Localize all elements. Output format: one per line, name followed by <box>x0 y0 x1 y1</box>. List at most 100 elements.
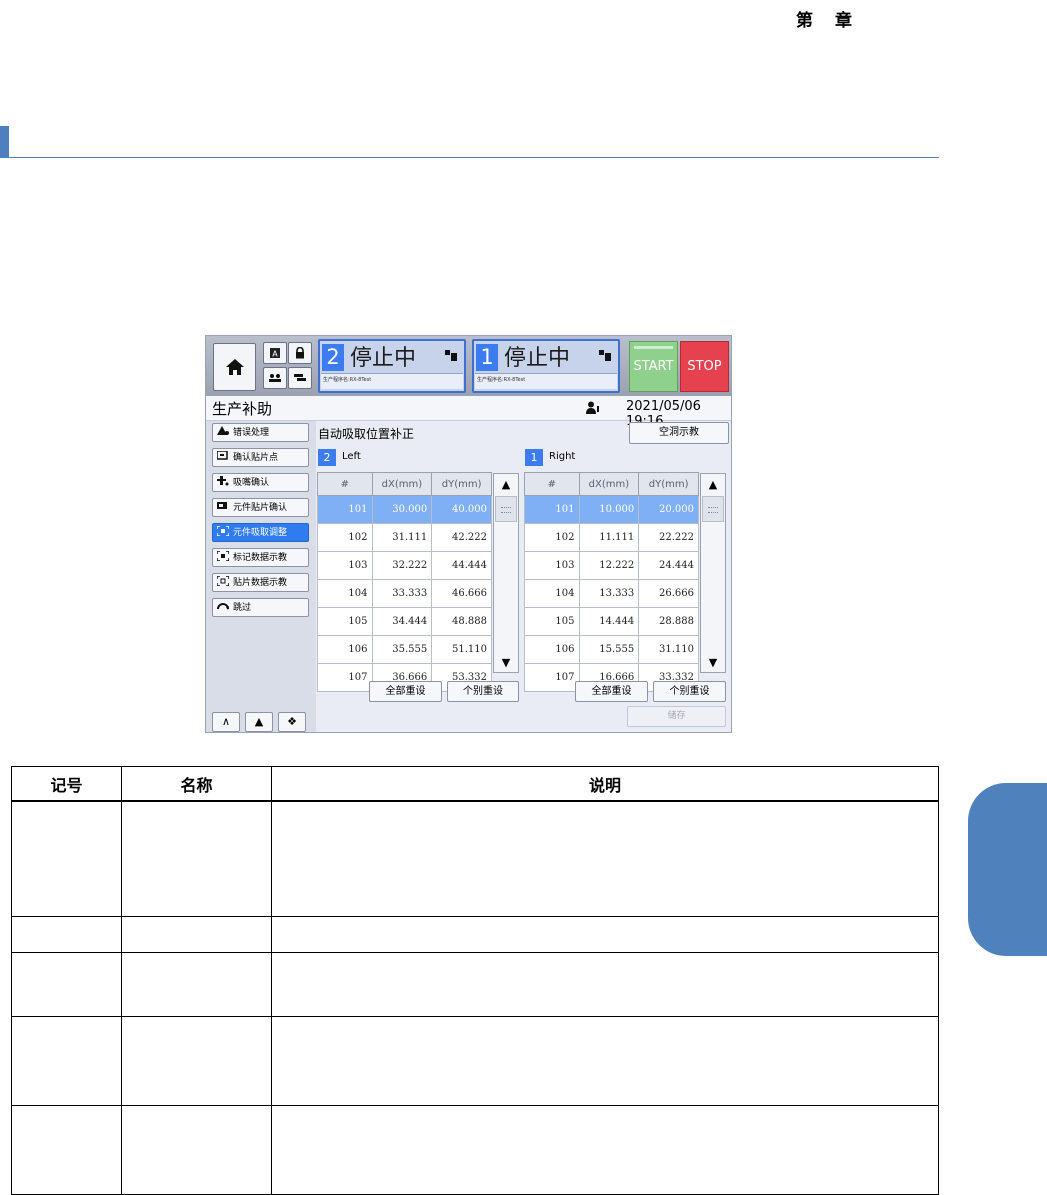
table-row[interactable]: 102 11.111 22.222 <box>524 523 699 552</box>
sidebar: 错误处理 确认贴片点 吸嘴确认 元件贴片确认 元件吸取调整 标记数据示教 贴片数… <box>206 421 316 732</box>
cell: 31.110 <box>638 635 699 664</box>
scroll-up-button[interactable]: ▲ <box>701 474 725 494</box>
right-scrollbar[interactable]: ▲ ▼ <box>700 473 726 673</box>
section-rule <box>9 157 939 158</box>
sidebar-item-pickup-adjust[interactable]: 元件吸取调整 <box>212 523 309 542</box>
cell: 26.666 <box>638 579 699 608</box>
cell: 106 <box>317 635 373 664</box>
table-row[interactable]: 105 14.444 28.888 <box>524 607 699 636</box>
scroll-thumb[interactable] <box>495 496 517 522</box>
teach-button[interactable]: 空洞示教 <box>629 422 729 444</box>
confirm-point-icon <box>217 451 228 460</box>
cell: 103 <box>524 551 580 580</box>
table-row[interactable]: 106 15.555 31.110 <box>524 635 699 664</box>
lock-button[interactable] <box>288 342 312 364</box>
sidebar-item-mark-teach[interactable]: 标记数据示教 <box>212 548 309 567</box>
warning-icon: ▲ <box>254 715 264 728</box>
cell: 22.222 <box>638 523 699 552</box>
table-row[interactable]: 101 10.000 20.000 <box>524 495 699 524</box>
warning-button[interactable]: ▲ <box>245 712 273 732</box>
cell <box>271 951 939 1017</box>
sidebar-item-mount-teach[interactable]: 贴片数据示教 <box>212 573 309 592</box>
cell: 40.000 <box>431 495 492 524</box>
cell <box>271 915 939 953</box>
start-button[interactable]: START <box>629 341 678 392</box>
program-name: 生产程序名:RX-8Test <box>321 373 463 389</box>
cell <box>271 800 939 917</box>
table-row[interactable]: 103 32.222 44.444 <box>317 551 492 580</box>
left-offset-table: # dX(mm) dY(mm) 101 30.000 40.000 102 31.11… <box>317 472 492 692</box>
cell <box>11 1104 122 1195</box>
cell: 14.444 <box>578 607 640 636</box>
conveyor-button[interactable] <box>288 367 312 389</box>
nozzle-icon <box>217 476 229 486</box>
head-number: 1 <box>476 344 498 371</box>
column-header: dX(mm) <box>578 472 640 496</box>
lock-icon <box>296 347 304 359</box>
sidebar-item-label: 元件吸取调整 <box>233 528 288 538</box>
table-row <box>11 1015 939 1106</box>
save-button[interactable]: 储存 <box>627 706 726 727</box>
table-row[interactable]: 102 31.111 42.222 <box>317 523 492 552</box>
right-offset-table: # dX(mm) dY(mm) 101 10.000 20.000 102 11.11… <box>524 472 699 692</box>
scroll-down-button[interactable]: ▼ <box>494 652 518 672</box>
cell: 103 <box>317 551 373 580</box>
left-scrollbar[interactable]: ▲ ▼ <box>493 473 519 673</box>
left-reset-individual-button[interactable]: 个别重设 <box>447 681 519 702</box>
cell: 28.888 <box>638 607 699 636</box>
table-row[interactable]: 106 35.555 51.110 <box>317 635 492 664</box>
info-icon: ❖ <box>287 715 297 728</box>
sidebar-item-confirm-point[interactable]: 确认贴片点 <box>212 448 309 467</box>
sidebar-item-component-mount-check[interactable]: 元件贴片确认 <box>212 498 309 517</box>
cell: 31.111 <box>371 523 433 552</box>
cell: 102 <box>317 523 373 552</box>
cell <box>121 915 272 953</box>
table-row[interactable]: 105 34.444 48.888 <box>317 607 492 636</box>
sidebar-item-error-handling[interactable]: 错误处理 <box>212 423 309 442</box>
program-name: 生产程序名:RX-8Test <box>475 373 617 389</box>
sidebar-item-label: 确认贴片点 <box>233 453 279 463</box>
pickup-adjust-icon <box>217 526 229 536</box>
arrow-up-icon: ▲ <box>501 477 511 491</box>
operator-button[interactable] <box>263 367 287 389</box>
arrow-up-icon: ▲ <box>708 477 718 491</box>
info-button[interactable]: ❖ <box>278 712 306 732</box>
cell <box>121 800 272 917</box>
cell: 44.444 <box>431 551 492 580</box>
cell <box>11 1015 122 1106</box>
head-status: 停止中 <box>350 346 417 371</box>
scroll-thumb[interactable] <box>702 496 724 522</box>
table-row[interactable]: 104 13.333 26.666 <box>524 579 699 608</box>
auto-mode-button[interactable]: A <box>263 342 287 364</box>
cell: 106 <box>524 635 580 664</box>
right-reset-all-button[interactable]: 全部重设 <box>575 681 648 702</box>
table-row[interactable]: 101 30.000 40.000 <box>317 495 492 524</box>
table-header-row: 记号 名称 说明 <box>11 766 939 802</box>
table-row[interactable]: 103 12.222 24.444 <box>524 551 699 580</box>
description-table: 记号 名称 说明 <box>11 766 939 1195</box>
table-row[interactable]: 104 33.333 46.666 <box>317 579 492 608</box>
cell: 11.111 <box>578 523 640 552</box>
column-header: # <box>524 472 580 496</box>
scroll-down-button[interactable]: ▼ <box>701 652 725 672</box>
head-2-status-panel[interactable]: 2 停止中 生产程序名:RX-8Test <box>318 339 466 393</box>
cell: 107 <box>524 663 580 692</box>
cell: 104 <box>317 579 373 608</box>
column-header: dY(mm) <box>638 472 699 496</box>
right-reset-individual-button[interactable]: 个别重设 <box>653 681 726 702</box>
sidebar-item-skip[interactable]: 跳过 <box>212 598 309 617</box>
column-header-description: 说明 <box>271 766 939 802</box>
left-head-name: Left <box>342 451 361 462</box>
main-title: 自动吸取位置补正 <box>318 427 415 441</box>
cell: 104 <box>524 579 580 608</box>
feeder-icon <box>445 350 457 361</box>
chapter-prefix: 第 <box>796 11 815 31</box>
table-row <box>11 1104 939 1195</box>
scroll-up-button[interactable]: ▲ <box>494 474 518 494</box>
left-reset-all-button[interactable]: 全部重设 <box>369 681 442 702</box>
collapse-button[interactable]: ∧ <box>212 712 240 732</box>
sidebar-item-nozzle-check[interactable]: 吸嘴确认 <box>212 473 309 492</box>
stop-button[interactable]: STOP <box>680 341 729 392</box>
head-1-status-panel[interactable]: 1 停止中 生产程序名:RX-8Test <box>472 339 620 393</box>
home-button[interactable] <box>213 343 256 391</box>
